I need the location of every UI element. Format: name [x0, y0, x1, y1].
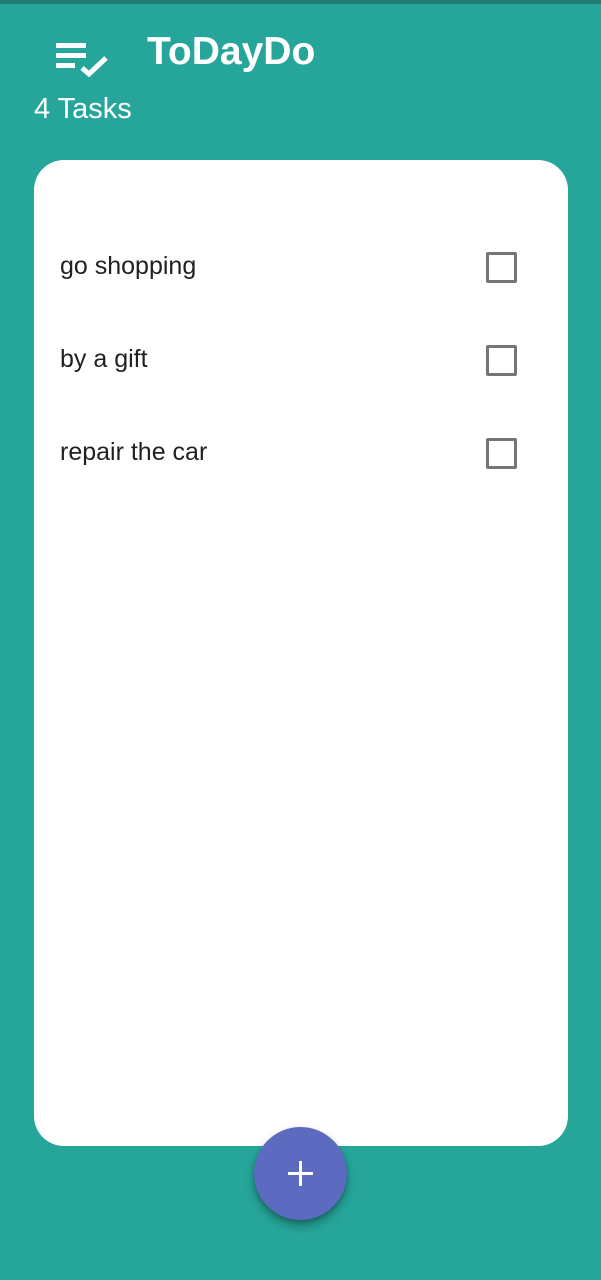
task-item: go shopping [34, 220, 568, 313]
app-title: ToDayDo [147, 30, 316, 73]
playlist-check-icon [56, 43, 108, 78]
task-card: go shopping by a gift repair the car [34, 160, 568, 1146]
status-strip [0, 0, 601, 4]
task-list: go shopping by a gift repair the car [34, 220, 568, 499]
task-label: by a gift [60, 345, 148, 373]
task-checkbox[interactable] [486, 345, 517, 376]
task-item: by a gift [34, 313, 568, 406]
task-label: repair the car [60, 438, 208, 466]
task-checkbox[interactable] [486, 438, 517, 469]
task-item: repair the car [34, 406, 568, 499]
plus-icon [288, 1161, 313, 1186]
task-count: 4 Tasks [34, 93, 132, 125]
task-label: go shopping [60, 252, 197, 280]
task-checkbox[interactable] [486, 252, 517, 283]
add-task-button[interactable] [254, 1127, 347, 1220]
